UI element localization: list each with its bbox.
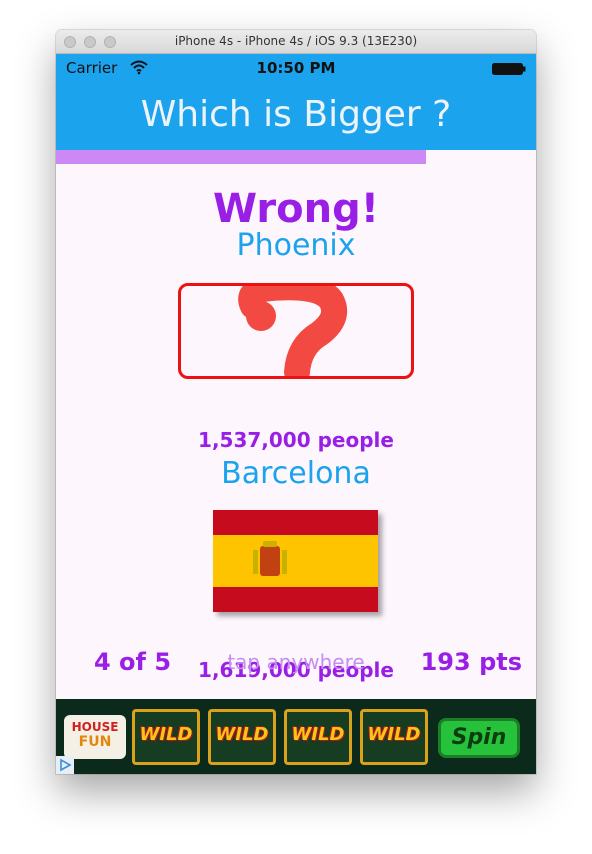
ad-reel-label: WILD bbox=[215, 724, 269, 745]
page-title: Which is Bigger ? bbox=[140, 94, 452, 135]
ad-logo-line-2: FUN bbox=[78, 734, 112, 750]
score-label: 193 pts bbox=[420, 648, 522, 676]
ad-reel-label: WILD bbox=[291, 724, 345, 745]
result-label: Wrong! bbox=[213, 186, 379, 232]
ad-reel-label: WILD bbox=[367, 724, 421, 745]
ad-spin-button[interactable]: Spin bbox=[438, 718, 520, 758]
city-1-population: 1,537,000 people bbox=[198, 428, 394, 452]
status-bar: Carrier 10:50 PM bbox=[56, 54, 536, 82]
ad-logo: HOUSE FUN bbox=[64, 715, 126, 759]
question-mark-icon bbox=[238, 286, 347, 376]
ad-reel: WILD bbox=[132, 709, 200, 765]
ad-reel-label: WILD bbox=[139, 724, 193, 745]
spain-flag-icon bbox=[213, 510, 378, 612]
window-title: iPhone 4s - iPhone 4s / iOS 9.3 (13E230) bbox=[174, 34, 418, 48]
city-2-name: Barcelona bbox=[221, 456, 371, 491]
ad-logo-line-1: HOUSE bbox=[71, 720, 119, 734]
ad-reel: WILD bbox=[360, 709, 428, 765]
battery-icon bbox=[492, 63, 526, 75]
quiz-area[interactable]: Wrong! Phoenix 1,537,000 people Barcelon… bbox=[56, 164, 536, 699]
progress-bar bbox=[56, 150, 536, 164]
ad-reel: WILD bbox=[284, 709, 352, 765]
clock-label: 10:50 PM bbox=[256, 59, 336, 77]
progress-bar-fill bbox=[56, 150, 426, 164]
city-1-name: Phoenix bbox=[236, 228, 356, 263]
ad-banner[interactable]: HOUSE FUN WILD WILD WILD WILD Spin bbox=[56, 699, 536, 774]
city-1-image-frame bbox=[178, 283, 414, 379]
simulator-window: iPhone 4s - iPhone 4s / iOS 9.3 (13E230)… bbox=[56, 30, 536, 774]
window-titlebar: iPhone 4s - iPhone 4s / iOS 9.3 (13E230) bbox=[56, 30, 536, 54]
ad-reel: WILD bbox=[208, 709, 276, 765]
adchoices-icon[interactable] bbox=[56, 756, 74, 774]
app-header: Which is Bigger ? bbox=[56, 82, 536, 150]
